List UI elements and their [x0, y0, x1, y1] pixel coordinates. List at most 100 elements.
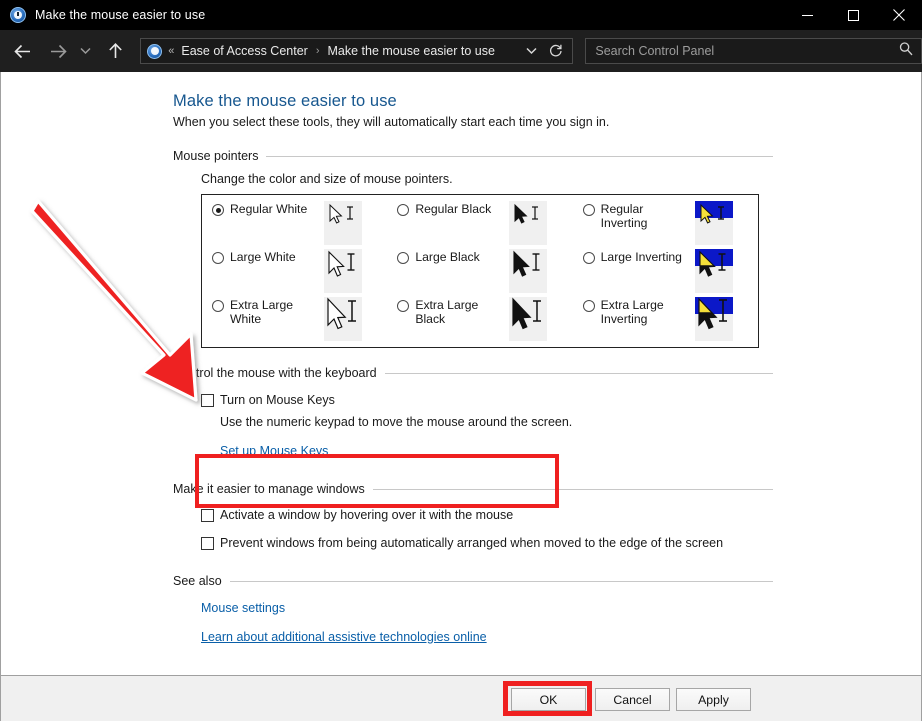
title-bar: Make the mouse easier to use	[0, 0, 922, 30]
breadcrumb-ease-of-access-icon	[147, 43, 163, 59]
dialog-footer: OK Cancel Apply	[0, 675, 922, 721]
mouse-keys-description: Use the numeric keypad to move the mouse…	[220, 415, 573, 429]
section-header-label: Mouse pointers	[173, 149, 259, 163]
pointer-column-white: Regular White Large White Extra Large Wh…	[202, 201, 387, 347]
checkbox-activate-window-on-hover[interactable]	[201, 509, 214, 522]
pointer-preview-extra-large-black	[509, 297, 548, 341]
address-dropdown-chevron-down-icon[interactable]	[520, 39, 542, 63]
section-manage-windows: Make it easier to manage windows Activat…	[173, 482, 773, 550]
ok-button[interactable]: OK	[511, 688, 586, 711]
pointer-preview-extra-large-white	[324, 297, 362, 341]
pointer-preview-large-black	[509, 249, 548, 293]
checkbox-label: Turn on Mouse Keys	[220, 393, 335, 407]
refresh-icon[interactable]	[544, 39, 568, 63]
section-header-mouse-keys: Control the mouse with the keyboard	[173, 366, 773, 380]
pointer-label: Large White	[230, 250, 296, 264]
link-set-up-mouse-keys[interactable]: Set up Mouse Keys	[220, 444, 328, 458]
pointer-label: Extra Large White	[230, 298, 294, 326]
pointer-label: Extra Large Inverting	[600, 298, 664, 326]
close-button[interactable]	[876, 0, 922, 30]
search-box[interactable]: Search Control Panel	[585, 38, 922, 64]
pointer-option-extra-large-white[interactable]: Extra Large White	[202, 297, 387, 345]
section-header-see-also: See also	[173, 574, 773, 588]
up-one-level-icon[interactable]	[101, 36, 131, 66]
checkbox-prevent-auto-arrange[interactable]	[201, 537, 214, 550]
pointer-preview-large-inverting	[694, 249, 733, 293]
forward-icon[interactable]	[44, 36, 74, 66]
pointer-option-regular-white[interactable]: Regular White	[202, 201, 387, 249]
navigation-bar: « Ease of Access Center › Make the mouse…	[0, 30, 922, 72]
section-header-label: Make it easier to manage windows	[173, 482, 365, 496]
pointer-option-large-white[interactable]: Large White	[202, 249, 387, 297]
checkbox-label: Prevent windows from being automatically…	[220, 536, 724, 550]
pointer-option-extra-large-inverting[interactable]: Extra Large Inverting	[573, 297, 758, 345]
content-column: Make the mouse easier to use When you se…	[173, 92, 773, 646]
page-title: Make the mouse easier to use	[173, 92, 397, 110]
pointer-column-inverting: Regular Inverting Large Inverting Extra …	[573, 201, 758, 347]
pointer-preview-regular-black	[509, 201, 548, 245]
pointer-label: Extra Large Black	[415, 298, 479, 326]
pointers-hint: Change the color and size of mouse point…	[201, 172, 453, 186]
checkbox-turn-on-mouse-keys[interactable]	[201, 394, 214, 407]
radio-extra-large-white[interactable]	[212, 300, 224, 312]
radio-regular-white[interactable]	[212, 204, 224, 216]
page-body: Make the mouse easier to use When you se…	[0, 72, 922, 675]
recent-locations-chevron-down-icon[interactable]	[75, 36, 97, 66]
pointer-label: Large Inverting	[600, 250, 682, 264]
radio-extra-large-inverting[interactable]	[582, 300, 595, 312]
section-header-manage-windows: Make it easier to manage windows	[173, 482, 773, 496]
link-mouse-settings[interactable]: Mouse settings	[201, 601, 285, 615]
prevent-window-arrange-row[interactable]: Prevent windows from being automatically…	[201, 536, 773, 550]
minimize-button[interactable]	[784, 0, 830, 30]
back-icon[interactable]	[8, 36, 38, 66]
turn-on-mouse-keys-row[interactable]: Turn on Mouse Keys	[201, 393, 773, 407]
section-divider	[372, 488, 773, 490]
cancel-button[interactable]: Cancel	[595, 688, 670, 711]
radio-large-inverting[interactable]	[582, 252, 595, 264]
section-body-manage-windows: Activate a window by hovering over it wi…	[173, 508, 773, 550]
page-subtitle: When you select these tools, they will a…	[173, 115, 610, 129]
pointer-option-large-inverting[interactable]: Large Inverting	[573, 249, 758, 297]
section-mouse-pointers: Mouse pointers Change the color and size…	[173, 149, 773, 348]
section-header-label: Control the mouse with the keyboard	[173, 366, 377, 380]
maximize-button[interactable]	[830, 0, 876, 30]
pointer-preview-large-white	[324, 249, 362, 293]
radio-large-black[interactable]	[397, 252, 410, 264]
breadcrumb-separator: ›	[315, 45, 320, 57]
link-assistive-technologies[interactable]: Learn about additional assistive technol…	[201, 630, 487, 644]
apply-button[interactable]: Apply	[676, 688, 751, 711]
section-divider	[384, 372, 773, 374]
section-header-mouse-pointers: Mouse pointers	[173, 149, 773, 163]
pointer-preview-regular-white	[324, 201, 362, 245]
section-mouse-keys: Control the mouse with the keyboard Turn…	[173, 366, 773, 460]
section-body-see-also: Mouse settings Learn about additional as…	[173, 599, 773, 646]
pointer-label: Regular Inverting	[600, 202, 648, 230]
radio-large-white[interactable]	[212, 252, 224, 264]
pointer-preview-extra-large-inverting	[694, 297, 733, 341]
address-bar[interactable]: « Ease of Access Center › Make the mouse…	[140, 38, 574, 64]
section-see-also: See also Mouse settings Learn about addi…	[173, 574, 773, 646]
checkbox-label: Activate a window by hovering over it wi…	[220, 508, 514, 522]
pointer-option-large-black[interactable]: Large Black	[387, 249, 572, 297]
breadcrumb-overflow[interactable]: «	[168, 45, 174, 57]
activate-window-hover-row[interactable]: Activate a window by hovering over it wi…	[201, 508, 773, 522]
radio-regular-black[interactable]	[397, 204, 410, 216]
radio-regular-inverting[interactable]	[582, 204, 595, 216]
pointer-option-regular-inverting[interactable]: Regular Inverting	[573, 201, 758, 249]
search-icon[interactable]	[899, 42, 913, 61]
pointer-column-black: Regular Black Large Black Extra Large Bl…	[387, 201, 572, 347]
pointer-option-extra-large-black[interactable]: Extra Large Black	[387, 297, 572, 345]
breadcrumb-item-current[interactable]: Make the mouse easier to use	[328, 44, 495, 58]
pointer-option-regular-black[interactable]: Regular Black	[387, 201, 572, 249]
radio-extra-large-black[interactable]	[397, 300, 410, 312]
search-input[interactable]: Search Control Panel	[595, 44, 714, 58]
ease-of-access-icon	[10, 7, 26, 23]
pointer-label: Regular White	[230, 202, 308, 216]
section-divider	[266, 155, 773, 157]
pointer-preview-regular-inverting	[694, 201, 733, 245]
section-body-mouse-pointers: Change the color and size of mouse point…	[173, 172, 773, 348]
section-header-label: See also	[173, 574, 222, 588]
pointer-label: Large Black	[415, 250, 480, 264]
breadcrumb-item-ease-of-access-center[interactable]: Ease of Access Center	[181, 44, 307, 58]
window-title: Make the mouse easier to use	[35, 8, 206, 22]
